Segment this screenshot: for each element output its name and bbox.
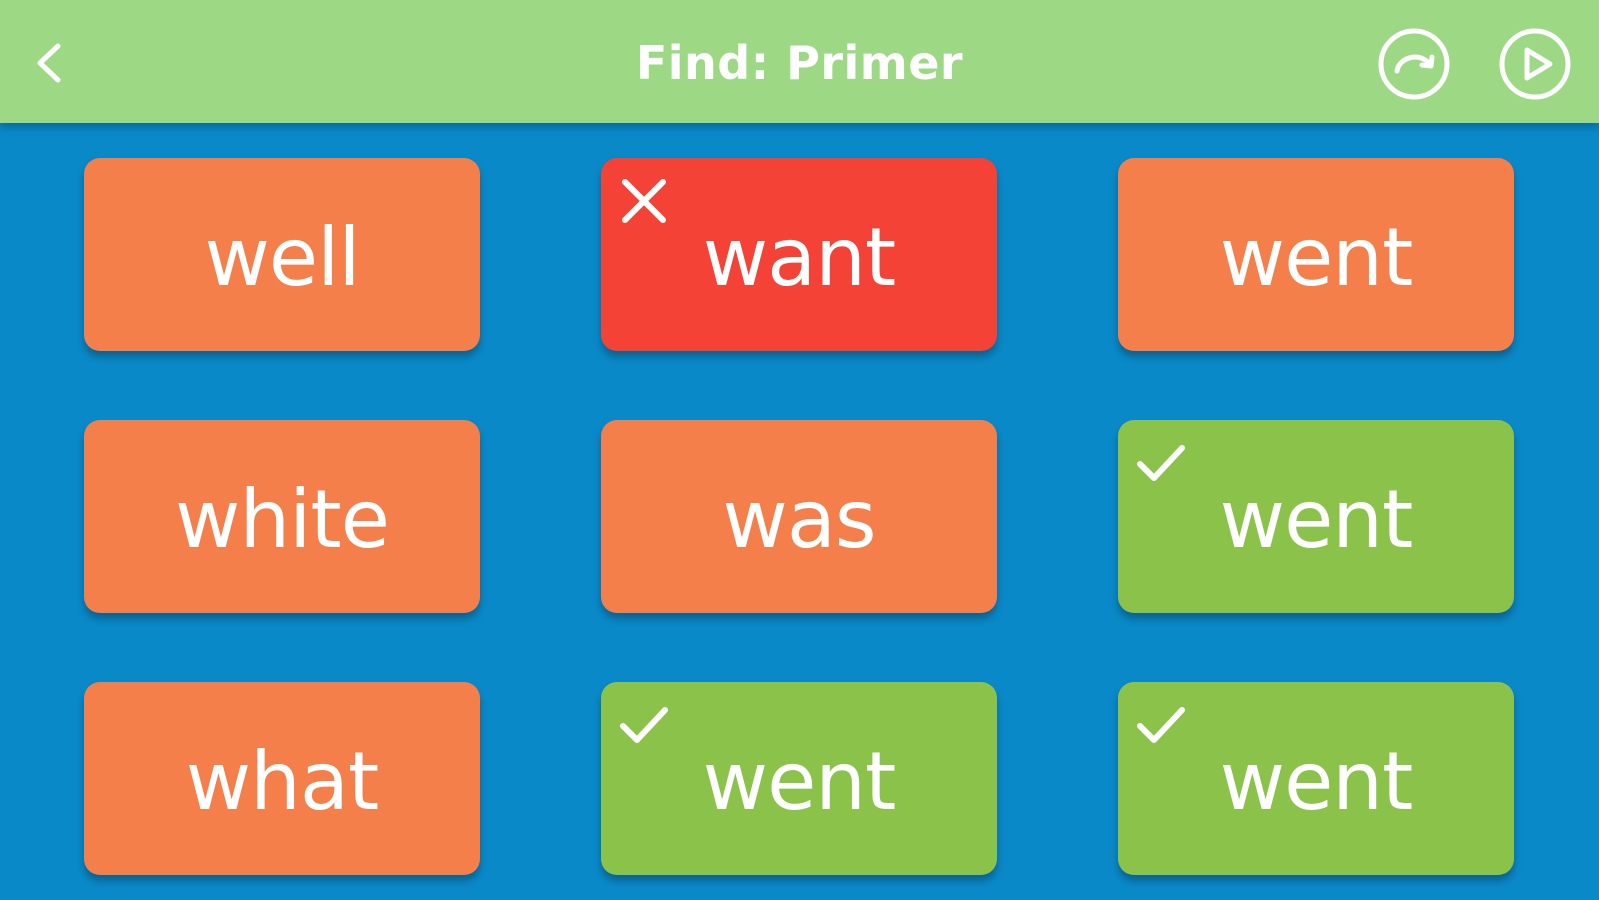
word-tile[interactable]: was	[601, 420, 997, 613]
word-grid: well want went white was went what went …	[84, 158, 1514, 875]
word-tile[interactable]: want	[601, 158, 997, 351]
word-tile[interactable]: went	[1118, 420, 1514, 613]
tile-word: went	[1219, 210, 1414, 304]
play-icon	[1499, 28, 1571, 100]
word-tile[interactable]: white	[84, 420, 480, 613]
word-tile[interactable]: what	[84, 682, 480, 875]
check-icon	[1132, 434, 1190, 492]
play-button[interactable]	[1498, 27, 1572, 101]
redo-icon	[1378, 28, 1450, 100]
word-tile[interactable]: well	[84, 158, 480, 351]
word-tile[interactable]: went	[601, 682, 997, 875]
tile-word: want	[702, 210, 897, 304]
check-icon	[1132, 696, 1190, 754]
tile-word: went	[1219, 472, 1414, 566]
tile-word: went	[702, 734, 897, 828]
top-bar: Find: Primer	[0, 0, 1599, 123]
tile-word: went	[1219, 734, 1414, 828]
page-title: Find: Primer	[635, 36, 964, 90]
word-tile[interactable]: went	[1118, 682, 1514, 875]
x-icon	[615, 172, 673, 230]
redo-button[interactable]	[1377, 27, 1451, 101]
word-tile[interactable]: went	[1118, 158, 1514, 351]
tile-word: what	[185, 734, 380, 828]
check-icon	[615, 696, 673, 754]
tile-word: well	[204, 210, 360, 304]
tile-word: was	[722, 472, 876, 566]
tile-word: white	[175, 472, 390, 566]
